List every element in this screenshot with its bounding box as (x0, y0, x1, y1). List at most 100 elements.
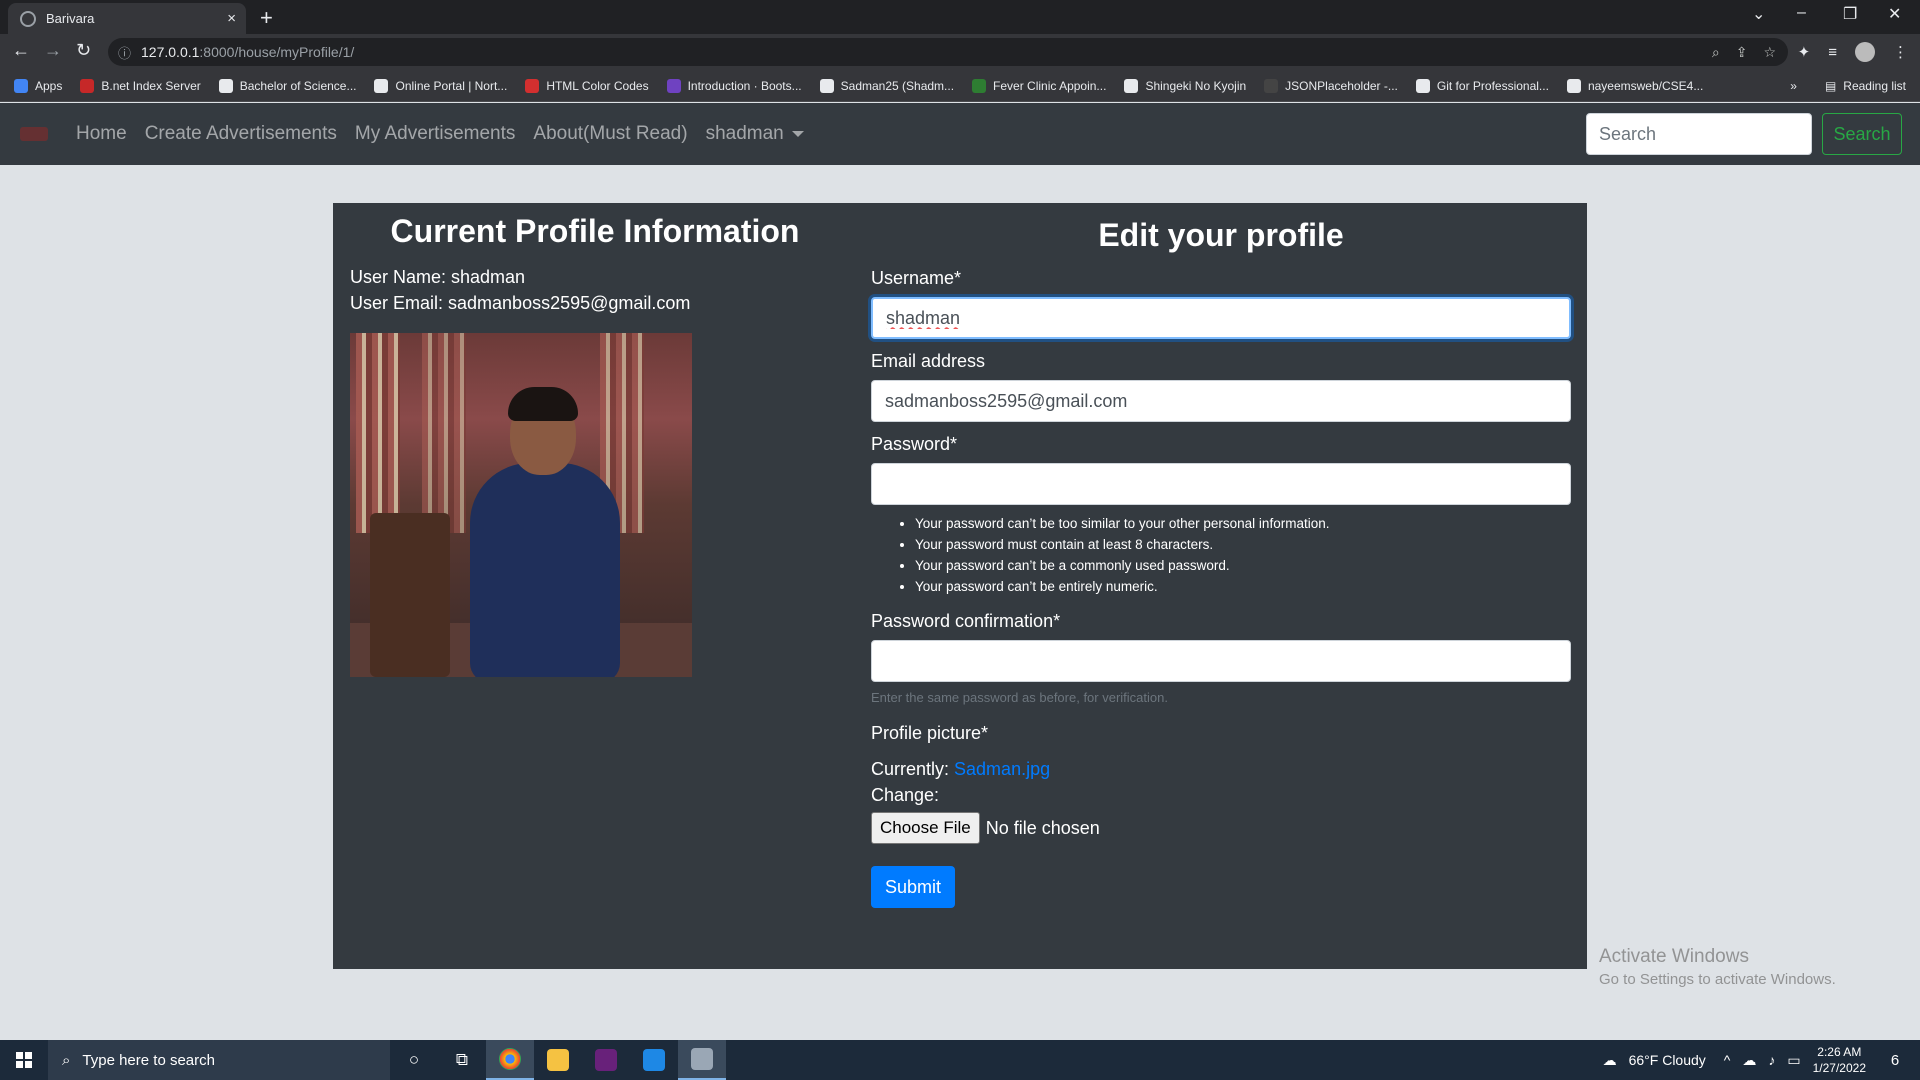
network-icon[interactable]: ▭ (1787, 1052, 1800, 1069)
more-bookmarks-icon[interactable]: » (1790, 79, 1797, 93)
bookmark-item[interactable]: nayeemsweb/CSE4... (1566, 78, 1704, 93)
close-window-icon[interactable]: ✕ (1888, 4, 1901, 24)
weather-icon[interactable]: ☁ (1603, 1052, 1617, 1069)
bookmark-item[interactable]: HTML Color Codes (525, 78, 649, 93)
tray-chevron-icon[interactable]: ^ (1724, 1052, 1731, 1068)
taskbar-search[interactable]: ⌕ Type here to search (48, 1040, 390, 1080)
bookmark-label: Shingeki No Kyojin (1145, 78, 1247, 93)
nav-search-input[interactable] (1586, 113, 1812, 155)
bookmark-item[interactable]: Fever Clinic Appoin... (972, 78, 1106, 93)
bookmark-item[interactable]: JSONPlaceholder -... (1264, 78, 1398, 93)
nav-my-advertisements[interactable]: My Advertisements (355, 123, 516, 145)
password-hint: Your password can’t be entirely numeric. (915, 576, 1571, 597)
snipping-tool-icon[interactable] (678, 1040, 726, 1080)
extensions-icon[interactable]: ✦ (1798, 43, 1811, 61)
password-hints: Your password can’t be too similar to yo… (915, 513, 1571, 597)
bookmark-favicon-icon (80, 78, 95, 93)
submit-button[interactable]: Submit (871, 866, 955, 908)
bookmark-label: JSONPlaceholder -... (1285, 78, 1398, 93)
bookmark-item[interactable]: Shingeki No Kyojin (1124, 78, 1247, 93)
nav-create-advertisements[interactable]: Create Advertisements (145, 123, 337, 145)
email-input[interactable] (871, 380, 1571, 422)
password-input[interactable] (871, 463, 1571, 505)
back-icon[interactable]: ← (12, 40, 30, 61)
bookmark-item[interactable]: B.net Index Server (80, 78, 201, 93)
bookmark-item[interactable]: Online Portal | Nort... (374, 78, 508, 93)
bookmark-label: nayeemsweb/CSE4... (1587, 78, 1704, 93)
user-dropdown-label: shadman (705, 123, 784, 144)
visual-studio-icon[interactable] (582, 1040, 630, 1080)
bookmark-favicon-icon (14, 78, 28, 93)
cortana-icon[interactable]: ○ (390, 1040, 438, 1080)
bookmark-label: Git for Professional... (1436, 78, 1549, 93)
user-email-line: User Email: sadmanboss2595@gmail.com (350, 293, 691, 313)
vscode-icon[interactable] (630, 1040, 678, 1080)
bookmark-label: Apps (35, 78, 63, 93)
nav-about[interactable]: About(Must Read) (533, 123, 687, 145)
clock-date: 1/27/2022 (1812, 1061, 1866, 1075)
url-path: :8000/house/myProfile/1/ (199, 44, 355, 60)
bookmark-item[interactable]: Apps (14, 78, 63, 93)
file-explorer-icon[interactable] (534, 1040, 582, 1080)
tab-search-icon[interactable]: ⌄ (1752, 4, 1765, 24)
file-input: Choose File No file chosen (871, 812, 1571, 844)
new-tab-button[interactable]: + (260, 5, 273, 31)
windows-taskbar: ⌕ Type here to search ○ ⧉ ☁ 66°F Cloudy … (0, 1040, 1920, 1080)
bookmark-label: Online Portal | Nort... (395, 78, 508, 93)
address-bar[interactable]: ⓘ 127.0.0.1 :8000/house/myProfile/1/ ⌕ ⇪… (108, 38, 1788, 66)
bookmark-item[interactable]: Git for Professional... (1415, 78, 1549, 93)
current-picture-link[interactable]: Sadman.jpg (954, 759, 1050, 779)
close-tab-icon[interactable]: × (227, 10, 236, 27)
bookmark-item[interactable]: Bachelor of Science... (218, 78, 356, 93)
user-dropdown[interactable]: shadman (706, 123, 804, 145)
restore-icon[interactable]: ❐ (1843, 4, 1857, 24)
watermark-line1: Activate Windows (1599, 946, 1749, 967)
zoom-icon[interactable]: ⌕ (1712, 44, 1720, 61)
profile-avatar-icon[interactable] (1855, 42, 1875, 62)
browser-tab[interactable]: Barivara × (8, 3, 246, 34)
caret-down-icon (791, 130, 804, 137)
media-icon[interactable]: ≡ (1828, 44, 1837, 61)
bookmark-favicon-icon (972, 78, 987, 93)
username-input[interactable] (871, 297, 1571, 339)
start-button[interactable] (0, 1040, 48, 1080)
current-profile-section: Current Profile Information User Name: s… (350, 213, 840, 677)
bookmark-item[interactable]: Introduction · Boots... (666, 78, 802, 93)
tab-title: Barivara (46, 11, 95, 26)
system-tray: ☁ 66°F Cloudy ^ ☁ ♪ ▭ 2:26 AM 1/27/2022 … (1603, 1040, 1920, 1080)
forward-icon[interactable]: → (44, 40, 62, 61)
nav-search-button[interactable]: Search (1822, 113, 1902, 155)
task-view-icon[interactable]: ⧉ (438, 1040, 486, 1080)
reload-icon[interactable]: ↻ (76, 40, 91, 61)
password-confirmation-label: Password confirmation* (871, 611, 1061, 631)
bookmark-label: Sadman25 (Shadm... (840, 78, 955, 93)
brand-logo[interactable] (20, 127, 48, 141)
current-profile-title: Current Profile Information (390, 213, 800, 249)
bookmark-favicon-icon (1566, 78, 1581, 93)
search-icon: ⌕ (62, 1051, 71, 1069)
share-icon[interactable]: ⇪ (1736, 44, 1748, 61)
choose-file-button[interactable]: Choose File (871, 812, 980, 844)
menu-kebab-icon[interactable]: ⋮ (1893, 43, 1908, 61)
password-label: Password* (871, 434, 958, 454)
password-hint: Your password can’t be too similar to yo… (915, 513, 1571, 534)
nav-home[interactable]: Home (76, 123, 127, 145)
reading-list[interactable]: » ▤ Reading list (1790, 70, 1906, 102)
profile-card: Current Profile Information User Name: s… (333, 203, 1587, 969)
notification-center-icon[interactable]: 6 (1880, 1045, 1910, 1075)
bookmark-favicon-icon (1264, 78, 1279, 93)
password-hint: Your password can’t be a commonly used p… (915, 555, 1571, 576)
bookmark-favicon-icon (1124, 78, 1139, 93)
bookmark-favicon-icon (374, 78, 389, 93)
onedrive-icon[interactable]: ☁ (1742, 1052, 1756, 1069)
bookmark-item[interactable]: Sadman25 (Shadm... (819, 78, 955, 93)
taskbar-clock[interactable]: 2:26 AM 1/27/2022 (1813, 1044, 1866, 1076)
bookmark-star-icon[interactable]: ☆ (1763, 44, 1776, 61)
volume-icon[interactable]: ♪ (1768, 1052, 1775, 1068)
weather-text[interactable]: 66°F Cloudy (1629, 1052, 1706, 1068)
password-confirmation-input[interactable] (871, 640, 1571, 682)
current-picture-line: Currently: Sadman.jpg (871, 756, 1571, 782)
site-info-icon[interactable]: ⓘ (118, 43, 131, 62)
chrome-taskbar-icon[interactable] (486, 1040, 534, 1080)
minimize-icon[interactable]: – (1797, 4, 1806, 22)
